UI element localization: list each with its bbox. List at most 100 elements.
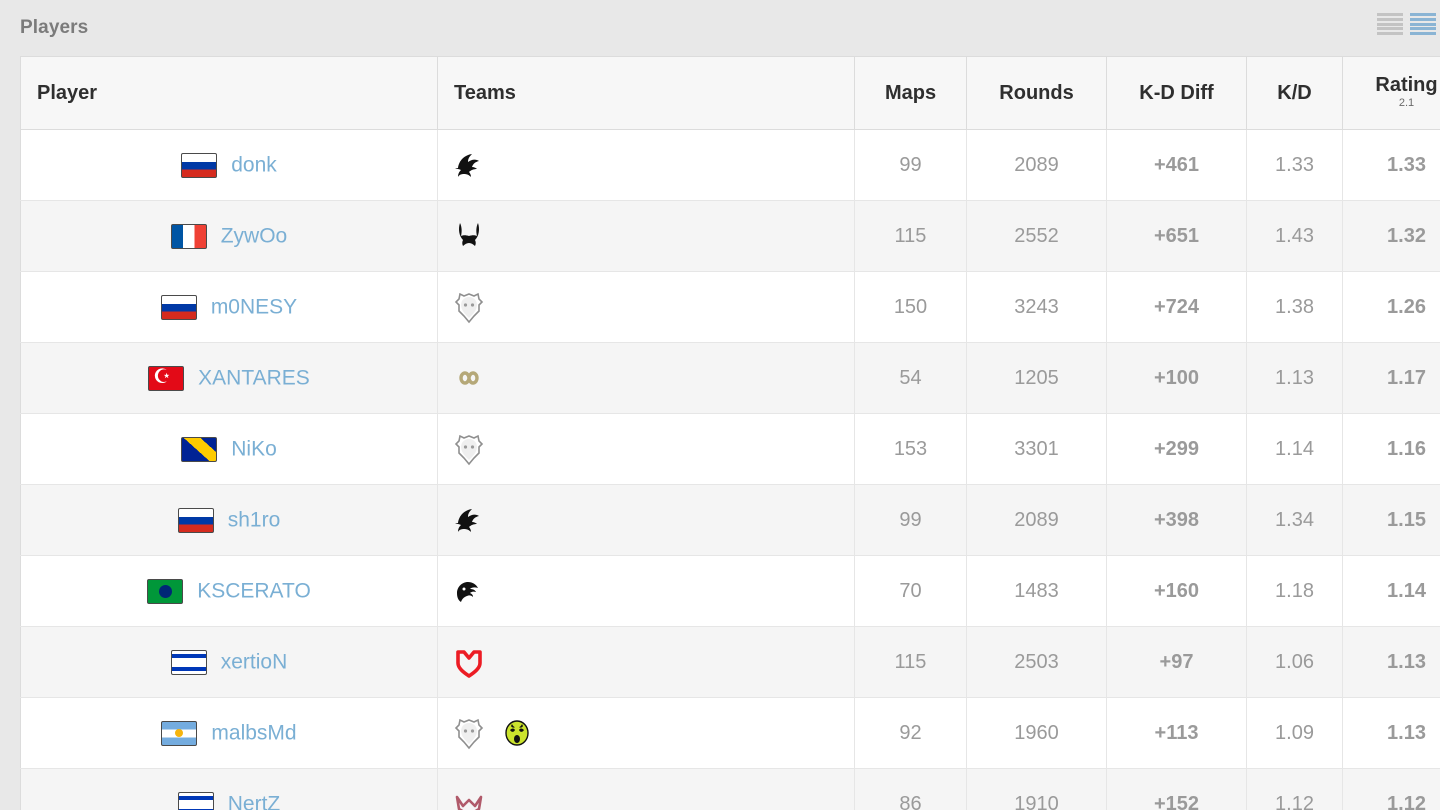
ninjas-in-pyjamas-logo[interactable]	[500, 716, 534, 750]
g2-esports-logo[interactable]	[452, 432, 486, 466]
column-header-teams[interactable]: Teams	[437, 56, 855, 130]
kd-diff-cell: +299	[1106, 413, 1247, 485]
teams-cell	[437, 342, 855, 414]
player-name-link[interactable]: KSCERATO	[197, 579, 311, 602]
table-row[interactable]: NertZ 86 1910 +152 1.12 1.12	[20, 768, 1440, 810]
rounds-cell: 2552	[966, 200, 1107, 272]
teams-cell	[437, 697, 855, 769]
player-name-link[interactable]: m0NESY	[211, 295, 297, 318]
kd-diff-cell: +97	[1106, 626, 1247, 698]
country-flag-icon	[181, 152, 218, 178]
kd-diff-cell: +651	[1106, 200, 1247, 272]
player-name-link[interactable]: xertioN	[221, 650, 288, 673]
kd-diff-cell: +113	[1106, 697, 1247, 769]
kd-diff-cell: +461	[1106, 129, 1247, 201]
column-header-kd[interactable]: K/D	[1246, 56, 1343, 130]
kd-cell: 1.09	[1246, 697, 1343, 769]
table-row[interactable]: sh1ro 99 2089 +398 1.34 1.15	[20, 484, 1440, 556]
rating-cell: 1.13	[1342, 697, 1440, 769]
view-toggle-group	[1377, 12, 1436, 36]
table-body: donk 99 2089 +461 1.33 1.33 ZywOo 115 2552 +651 1.…	[20, 129, 1440, 810]
team-spirit-logo[interactable]	[452, 148, 486, 182]
player-name-link[interactable]: sh1ro	[228, 508, 281, 531]
country-flag-icon	[181, 436, 218, 462]
kd-cell: 1.13	[1246, 342, 1343, 414]
country-flag-icon	[177, 507, 214, 533]
maps-cell: 92	[854, 697, 967, 769]
teams-cell	[437, 626, 855, 698]
page-title: Players	[20, 17, 89, 38]
rounds-cell: 2089	[966, 484, 1107, 556]
table-row[interactable]: malbsMd 92 1960 +113 1.09 1.13	[20, 697, 1440, 769]
rating-cell: 1.12	[1342, 768, 1440, 810]
maps-cell: 115	[854, 626, 967, 698]
teams-cell	[437, 768, 855, 810]
teams-cell	[437, 484, 855, 556]
player-cell: KSCERATO	[20, 555, 438, 627]
heroic-logo[interactable]	[452, 787, 486, 810]
column-header-player[interactable]: Player	[20, 56, 438, 130]
rounds-cell: 2089	[966, 129, 1107, 201]
player-cell: xertioN	[20, 626, 438, 698]
rounds-cell: 1205	[966, 342, 1107, 414]
kd-cell: 1.14	[1246, 413, 1343, 485]
kd-diff-cell: +398	[1106, 484, 1247, 556]
table-header: Player Teams Maps Rounds K-D Diff K/D Ra…	[20, 56, 1440, 130]
eternal-fire-logo[interactable]	[452, 361, 486, 395]
table-row[interactable]: NiKo 153 3301 +299 1.14 1.16	[20, 413, 1440, 485]
column-header-rounds[interactable]: Rounds	[966, 56, 1107, 130]
player-name-link[interactable]: NiKo	[231, 437, 277, 460]
table-row[interactable]: ZywOo 115 2552 +651 1.43 1.32	[20, 200, 1440, 272]
page-header: Players	[0, 0, 1440, 56]
kd-cell: 1.33	[1246, 129, 1343, 201]
player-name-link[interactable]: donk	[231, 153, 277, 176]
column-header-maps[interactable]: Maps	[854, 56, 967, 130]
maps-cell: 99	[854, 129, 967, 201]
maps-cell: 99	[854, 484, 967, 556]
team-spirit-logo[interactable]	[452, 503, 486, 537]
column-header-kd-diff[interactable]: K-D Diff	[1106, 56, 1247, 130]
rating-cell: 1.32	[1342, 200, 1440, 272]
kd-diff-cell: +100	[1106, 342, 1247, 414]
kd-cell: 1.34	[1246, 484, 1343, 556]
player-cell: XANTARES	[20, 342, 438, 414]
country-flag-icon	[161, 720, 198, 746]
g2-esports-logo[interactable]	[452, 290, 486, 324]
column-header-rating[interactable]: Rating 2.1	[1342, 56, 1440, 130]
mouz-logo[interactable]	[452, 645, 486, 679]
furia-logo[interactable]	[452, 574, 486, 608]
table-row[interactable]: KSCERATO 70 1483 +160 1.18 1.14	[20, 555, 1440, 627]
table-row[interactable]: XANTARES 541205+1001.131.17	[20, 342, 1440, 414]
rating-cell: 1.16	[1342, 413, 1440, 485]
rounds-cell: 3243	[966, 271, 1107, 343]
country-flag-icon	[148, 365, 185, 391]
rating-cell: 1.33	[1342, 129, 1440, 201]
maps-cell: 115	[854, 200, 967, 272]
rating-cell: 1.13	[1342, 626, 1440, 698]
detailed-view-icon[interactable]	[1410, 12, 1436, 36]
players-stats-table: Player Teams Maps Rounds K-D Diff K/D Ra…	[20, 56, 1440, 810]
player-cell: sh1ro	[20, 484, 438, 556]
table-row[interactable]: donk 99 2089 +461 1.33 1.33	[20, 129, 1440, 201]
team-vitality-logo[interactable]	[452, 219, 486, 253]
rating-cell: 1.26	[1342, 271, 1440, 343]
country-flag-icon	[147, 578, 184, 604]
player-name-link[interactable]: ZywOo	[221, 224, 288, 247]
player-name-link[interactable]: NertZ	[228, 792, 281, 810]
teams-cell	[437, 555, 855, 627]
rating-cell: 1.14	[1342, 555, 1440, 627]
rating-cell: 1.17	[1342, 342, 1440, 414]
rounds-cell: 1483	[966, 555, 1107, 627]
maps-cell: 150	[854, 271, 967, 343]
player-name-link[interactable]: XANTARES	[198, 366, 310, 389]
country-flag-icon	[170, 649, 207, 675]
kd-cell: 1.18	[1246, 555, 1343, 627]
table-row[interactable]: xertioN 115 2503 +97 1.06 1.13	[20, 626, 1440, 698]
maps-cell: 70	[854, 555, 967, 627]
rounds-cell: 1960	[966, 697, 1107, 769]
compact-view-icon[interactable]	[1377, 12, 1403, 36]
player-name-link[interactable]: malbsMd	[211, 721, 296, 744]
g2-esports-logo[interactable]	[452, 716, 486, 750]
country-flag-icon	[177, 791, 214, 810]
table-row[interactable]: m0NESY 150 3243 +724 1.38 1.26	[20, 271, 1440, 343]
